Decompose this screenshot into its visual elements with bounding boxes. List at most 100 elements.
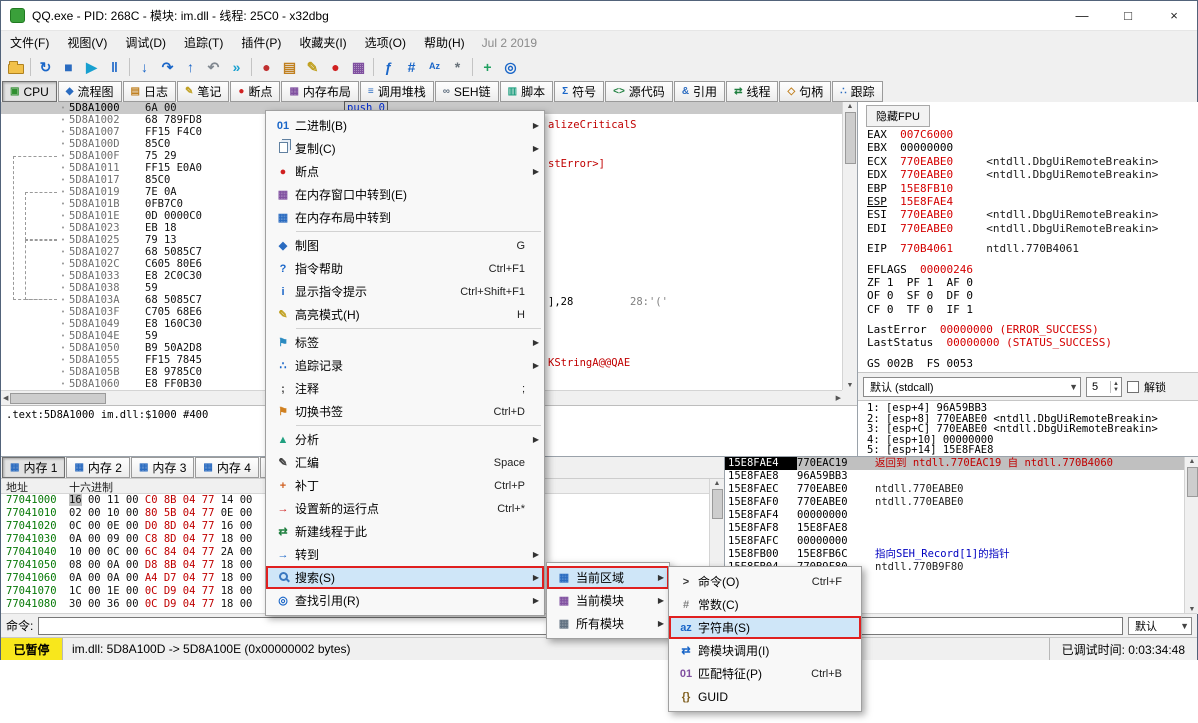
stack-row[interactable]: 15E8FAFC00000000 bbox=[725, 535, 1198, 548]
scroll-up-icon[interactable]: ▲ bbox=[847, 103, 854, 110]
calling-convention-select[interactable]: 默认 (stdcall) ▼ bbox=[863, 377, 1081, 397]
hide-fpu-button[interactable]: 隐藏FPU bbox=[866, 105, 930, 127]
patches-button[interactable]: # bbox=[400, 56, 423, 78]
register-row[interactable]: ECX 770EABE0 <ntdll.DbgUiRemoteBreakin> bbox=[867, 155, 1197, 168]
tab-cpu[interactable]: ▣CPU bbox=[2, 81, 57, 102]
register-row[interactable]: EIP 770B4061 ntdll.770B4061 bbox=[867, 242, 1197, 255]
tab-notes[interactable]: ✎笔记 bbox=[177, 81, 229, 102]
register-row[interactable]: ESP 15E8FAE4 bbox=[867, 195, 1197, 208]
close-button[interactable]: × bbox=[1151, 1, 1197, 30]
register-row[interactable]: EBP 15E8FB10 bbox=[867, 182, 1197, 195]
spinner-down-icon[interactable]: ▼ bbox=[1113, 387, 1119, 393]
menu-item-breakpoint[interactable]: ●断点▶ bbox=[266, 160, 544, 183]
register-value[interactable]: 007C6000 bbox=[900, 128, 953, 141]
minimize-button[interactable]: — bbox=[1059, 1, 1105, 30]
register-row[interactable]: EBX 00000000 bbox=[867, 141, 1197, 154]
scroll-right-icon[interactable]: ▶ bbox=[836, 394, 841, 402]
scroll-thumb[interactable] bbox=[845, 112, 856, 164]
execute-till-return-button[interactable]: ↑ bbox=[179, 56, 202, 78]
register-row[interactable]: EDI 770EABE0 <ntdll.DbgUiRemoteBreakin> bbox=[867, 222, 1197, 235]
stack-row[interactable]: 15E8FB0015E8FB6C指向SEH_Record[1]的指针 bbox=[725, 548, 1198, 561]
menu-item-patch[interactable]: +补丁Ctrl+P bbox=[266, 474, 544, 497]
tab-dump-3[interactable]: ▦内存 3 bbox=[131, 457, 194, 478]
log-window-button[interactable]: ▤ bbox=[278, 56, 301, 78]
register-value[interactable]: 770EABE0 bbox=[900, 208, 953, 221]
menu-item-all-modules[interactable]: ▦所有模块▶ bbox=[547, 612, 669, 635]
menu-item-constant[interactable]: #常数(C) bbox=[669, 593, 861, 616]
register-row[interactable]: EAX 007C6000 bbox=[867, 128, 1197, 141]
menubar-item-file[interactable]: 文件(F) bbox=[1, 31, 58, 54]
stack-row[interactable]: 15E8FAF0770EABE0ntdll.770EABE0 bbox=[725, 496, 1198, 509]
settings-button[interactable]: * bbox=[446, 56, 469, 78]
menubar-item-debug[interactable]: 调试(D) bbox=[116, 31, 175, 54]
argument-count-stepper[interactable]: 5 ▲▼ bbox=[1086, 377, 1122, 397]
scroll-thumb[interactable] bbox=[1187, 467, 1198, 497]
trace-button[interactable]: ● bbox=[255, 56, 278, 78]
stack-row[interactable]: 15E8FAF400000000 bbox=[725, 509, 1198, 522]
register-row[interactable] bbox=[867, 256, 1197, 263]
register-row[interactable]: ESI 770EABE0 <ntdll.DbgUiRemoteBreakin> bbox=[867, 208, 1197, 221]
notes-window-button[interactable]: ✎ bbox=[301, 56, 324, 78]
register-value[interactable]: 770B4061 bbox=[900, 242, 953, 255]
tab-log[interactable]: ▤日志 bbox=[123, 81, 176, 102]
register-row[interactable] bbox=[867, 350, 1197, 357]
stack-row[interactable]: 15E8FAEC770EABE0ntdll.770EABE0 bbox=[725, 483, 1198, 496]
tab-call-stack[interactable]: ≡调用堆栈 bbox=[360, 81, 434, 102]
tab-seh[interactable]: ∞SEH链 bbox=[435, 81, 499, 102]
animate-into-button[interactable]: » bbox=[225, 56, 248, 78]
menu-item-comment[interactable]: ;注释; bbox=[266, 377, 544, 400]
tab-breakpoints[interactable]: ●断点 bbox=[230, 81, 280, 102]
stack-row[interactable]: 15E8FAF815E8FAE8 bbox=[725, 522, 1198, 535]
tab-references[interactable]: &引用 bbox=[674, 81, 725, 102]
menubar-item-help[interactable]: 帮助(H) bbox=[415, 31, 474, 54]
register-value[interactable]: 770EABE0 bbox=[900, 222, 953, 235]
help-search-button[interactable]: ◎ bbox=[499, 56, 522, 78]
stack-row[interactable]: 15E8FAE896A59BB3 bbox=[725, 470, 1198, 483]
tab-trace-view[interactable]: ∴跟踪 bbox=[832, 81, 882, 102]
register-row[interactable]: LastStatus 00000000 (STATUS_SUCCESS) bbox=[867, 336, 1197, 349]
unlock-checkbox[interactable] bbox=[1127, 381, 1139, 393]
register-value[interactable]: 00000000 (STATUS_SUCCESS) bbox=[946, 336, 1112, 349]
step-back-button[interactable]: ↶ bbox=[202, 56, 225, 78]
menu-item-analysis[interactable]: ▲分析▶ bbox=[266, 428, 544, 451]
menubar-item-trace[interactable]: 追踪(T) bbox=[175, 31, 232, 54]
register-value[interactable]: 15E8FB10 bbox=[900, 182, 953, 195]
menu-item-new-thread-here[interactable]: ⇄新建线程于此 bbox=[266, 520, 544, 543]
menubar-item-favourites[interactable]: 收藏夹(I) bbox=[290, 31, 355, 54]
register-value[interactable]: 00000000 (ERROR_SUCCESS) bbox=[940, 323, 1099, 336]
stack-row[interactable]: 15E8FAE4770EAC19返回到 ntdll.770EAC19 自 ntd… bbox=[725, 457, 1198, 470]
register-value[interactable]: 00000000 bbox=[900, 141, 953, 154]
register-row[interactable]: EDX 770EABE0 <ntdll.DbgUiRemoteBreakin> bbox=[867, 168, 1197, 181]
menu-item-find-references[interactable]: ◎查找引用(R)▶ bbox=[266, 589, 544, 612]
tab-dump-4[interactable]: ▦内存 4 bbox=[195, 457, 258, 478]
menu-item-command[interactable]: >命令(O)Ctrl+F bbox=[669, 570, 861, 593]
tab-graph[interactable]: ◆流程图 bbox=[58, 81, 122, 102]
maximize-button[interactable]: □ bbox=[1105, 1, 1151, 30]
register-value[interactable]: 770EABE0 bbox=[900, 168, 953, 181]
tab-symbols[interactable]: Σ符号 bbox=[554, 81, 604, 102]
menu-item-pattern[interactable]: 01匹配特征(P)Ctrl+B bbox=[669, 662, 861, 685]
menu-item-string-references[interactable]: az字符串(S) bbox=[669, 616, 861, 639]
menu-item-current-region[interactable]: ▦当前区域▶ bbox=[547, 566, 669, 589]
tab-source[interactable]: <>源代码 bbox=[605, 81, 673, 102]
scroll-up-icon[interactable]: ▲ bbox=[714, 480, 721, 487]
command-language-select[interactable]: 默认 ▼ bbox=[1128, 617, 1192, 635]
tab-memory-map[interactable]: ▦内存布局 bbox=[281, 81, 358, 102]
argument-row[interactable]: 5: [esp+14] 15E8FAE8 bbox=[867, 445, 1158, 456]
functions-button[interactable]: ƒ bbox=[377, 56, 400, 78]
menu-item-label[interactable]: ⚑标签▶ bbox=[266, 331, 544, 354]
menu-item-binary[interactable]: 01二进制(B)▶ bbox=[266, 114, 544, 137]
register-row[interactable]: EFLAGS 00000246 bbox=[867, 263, 1197, 276]
register-value[interactable]: 00000246 bbox=[920, 263, 973, 276]
stop-debug-button[interactable]: ■ bbox=[57, 56, 80, 78]
tab-dump-1[interactable]: ▦内存 1 bbox=[2, 457, 65, 478]
registers-pane[interactable]: 隐藏FPU EAX 007C6000EBX 00000000ECX 770EAB… bbox=[858, 102, 1198, 456]
menu-item-guid[interactable]: {}GUID bbox=[669, 685, 861, 708]
argument-row[interactable]: 1: [esp+4] 96A59BB3 bbox=[867, 403, 1158, 414]
register-row[interactable]: LastError 00000000 (ERROR_SUCCESS) bbox=[867, 323, 1197, 336]
menubar-item-view[interactable]: 视图(V) bbox=[58, 31, 116, 54]
memory-map-window-button[interactable]: ▦ bbox=[347, 56, 370, 78]
menu-item-show-mnemonic-brief[interactable]: i显示指令提示Ctrl+Shift+F1 bbox=[266, 280, 544, 303]
register-row[interactable]: ZF 1 PF 1 AF 0 bbox=[867, 276, 1197, 289]
register-row[interactable]: OF 0 SF 0 DF 0 bbox=[867, 289, 1197, 302]
